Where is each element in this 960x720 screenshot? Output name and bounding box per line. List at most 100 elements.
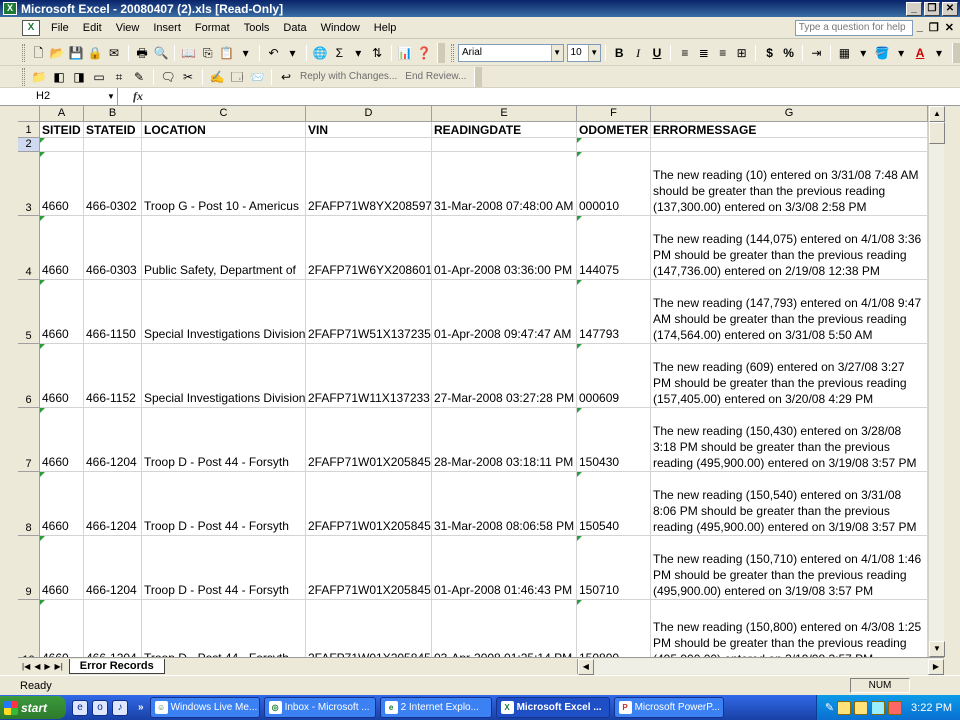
cell[interactable]: 01-Apr-2008 09:47:47 AM (432, 280, 577, 344)
underline-button[interactable]: U (649, 44, 666, 62)
select-all-button[interactable] (18, 106, 40, 122)
merge-center-icon[interactable]: ⊞ (733, 44, 750, 62)
cell[interactable]: 466-1152 (84, 344, 142, 408)
dropdown-arrow-icon[interactable]: ▾ (237, 44, 254, 62)
maximize-button[interactable]: ❐ (924, 1, 940, 16)
cell[interactable]: Troop D - Post 44 - Forsyth (142, 600, 306, 657)
cell[interactable]: 150430 (577, 408, 651, 472)
cell[interactable]: The new reading (10) entered on 3/31/08 … (651, 152, 928, 216)
cell[interactable]: Public Safety, Department of (142, 216, 306, 280)
cell[interactable]: 4660 (40, 280, 84, 344)
cell[interactable]: 466-1150 (84, 280, 142, 344)
row-header[interactable]: 6 (18, 344, 40, 408)
toolbar-grip[interactable] (22, 43, 25, 62)
research-icon[interactable]: 📖 (180, 44, 197, 62)
scroll-left-icon[interactable]: ◀ (577, 658, 594, 675)
cell[interactable]: 150710 (577, 536, 651, 600)
insert-function-icon[interactable]: fx (118, 89, 158, 104)
copy-icon[interactable]: ⎘ (199, 44, 216, 62)
cell[interactable]: 4660 (40, 408, 84, 472)
cell[interactable]: Troop D - Post 44 - Forsyth (142, 536, 306, 600)
minimize-button[interactable]: _ (906, 1, 922, 16)
cell[interactable]: VIN (306, 122, 432, 138)
cell[interactable]: SITEID (40, 122, 84, 138)
borders-icon[interactable]: ▦ (836, 44, 853, 62)
menu-window[interactable]: Window (314, 22, 367, 34)
print-preview-icon[interactable]: 🔍 (152, 44, 169, 62)
cell[interactable] (577, 138, 651, 152)
font-select[interactable]: Arial ▼ (457, 43, 564, 62)
cell[interactable]: ERRORMESSAGE (651, 122, 928, 138)
close-button[interactable]: ✕ (942, 1, 958, 16)
toolbar-grip[interactable] (22, 67, 25, 86)
send-review-icon[interactable]: 📨 (248, 68, 266, 86)
dropdown-arrow-icon[interactable]: ▾ (855, 44, 872, 62)
doc-minimize-button[interactable]: _ (917, 21, 923, 34)
outlook-icon[interactable]: o (92, 699, 108, 716)
cell[interactable] (40, 138, 84, 152)
column-header[interactable]: D (306, 106, 432, 122)
email-icon[interactable]: ✉ (106, 44, 123, 62)
italic-button[interactable]: I (630, 44, 647, 62)
scroll-thumb[interactable] (929, 122, 945, 144)
menu-view[interactable]: View (109, 22, 147, 34)
taskbar-window-button[interactable]: P Microsoft PowerP... (613, 697, 724, 718)
font-color-icon[interactable]: A (912, 44, 929, 62)
align-left-icon[interactable]: ≡ (676, 44, 693, 62)
cell[interactable]: The new reading (609) entered on 3/27/08… (651, 344, 928, 408)
dropdown-arrow-icon[interactable]: ▾ (284, 44, 301, 62)
cell[interactable]: 28-Mar-2008 03:18:11 PM (432, 408, 577, 472)
cell[interactable]: 31-Mar-2008 08:06:58 PM (432, 472, 577, 536)
formula-input[interactable] (158, 88, 960, 105)
toolbar-options-icon[interactable] (952, 42, 960, 63)
cell[interactable] (84, 138, 142, 152)
font-size-select[interactable]: 10 ▼ (566, 43, 601, 62)
cell[interactable]: 01-Apr-2008 03:36:00 PM (432, 216, 577, 280)
ie-icon[interactable]: e (72, 699, 88, 716)
align-center-icon[interactable]: ≣ (695, 44, 712, 62)
row-header[interactable]: 7 (18, 408, 40, 472)
undo-icon[interactable]: ↶ (265, 44, 282, 62)
horizontal-scrollbar[interactable]: ◀ ▶ (576, 658, 944, 675)
paste-icon[interactable]: 📋 (218, 44, 235, 62)
media-icon[interactable]: ♪ (112, 699, 128, 716)
cell[interactable]: 4660 (40, 536, 84, 600)
cell[interactable]: 2FAFP71W01X205845 (306, 408, 432, 472)
menu-format[interactable]: Format (188, 22, 237, 34)
cell[interactable]: 27-Mar-2008 03:27:28 PM (432, 344, 577, 408)
cell[interactable]: 01-Apr-2008 01:46:43 PM (432, 536, 577, 600)
autosum-icon[interactable]: Σ (331, 44, 348, 62)
row-header[interactable]: 1 (18, 122, 40, 138)
align-right-icon[interactable]: ≡ (714, 44, 731, 62)
workbook-icon[interactable]: X (22, 19, 40, 36)
dropdown-arrow-icon[interactable]: ▾ (350, 44, 367, 62)
cell[interactable] (432, 138, 577, 152)
review-next-icon[interactable]: ◨ (70, 68, 88, 86)
hyperlink-icon[interactable]: 🌐 (312, 44, 329, 62)
column-header[interactable]: B (84, 106, 142, 122)
track-changes-icon[interactable]: ⌗ (110, 68, 128, 86)
cell[interactable]: Troop D - Post 44 - Forsyth (142, 408, 306, 472)
taskbar-window-button[interactable]: X Microsoft Excel ... (495, 697, 610, 718)
cell[interactable]: 466-1204 (84, 472, 142, 536)
quicklaunch-chevron-icon[interactable]: » (138, 702, 144, 713)
name-box[interactable]: H2 ▼ (0, 88, 118, 105)
toolbar-options-icon[interactable] (474, 66, 483, 87)
cell[interactable]: The new reading (144,075) entered on 4/1… (651, 216, 928, 280)
cell[interactable]: 2FAFP71W11X137233 (306, 344, 432, 408)
row-header[interactable]: 9 (18, 536, 40, 600)
folder-icon[interactable]: 📁 (30, 68, 48, 86)
cell[interactable]: 2FAFP71W8YX208597 (306, 152, 432, 216)
cell[interactable]: The new reading (150,800) entered on 4/3… (651, 600, 928, 657)
cell[interactable]: 466-1204 (84, 408, 142, 472)
cell[interactable] (651, 138, 928, 152)
bold-button[interactable]: B (611, 44, 628, 62)
cell[interactable]: Troop G - Post 10 - Americus (142, 152, 306, 216)
cell[interactable]: STATEID (84, 122, 142, 138)
cell[interactable]: 150540 (577, 472, 651, 536)
cell[interactable]: 2FAFP71W01X205845 (306, 536, 432, 600)
row-header[interactable]: 8 (18, 472, 40, 536)
ink-annotation-icon[interactable]: ✍ (208, 68, 226, 86)
row-header[interactable]: 5 (18, 280, 40, 344)
toolbar-grip[interactable] (451, 43, 454, 62)
